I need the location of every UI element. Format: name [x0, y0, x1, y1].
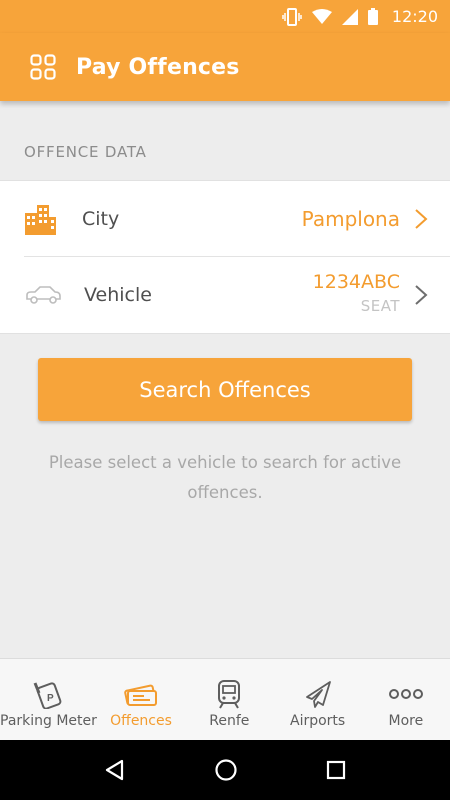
vibrate-icon: [282, 7, 302, 26]
city-label: City: [82, 207, 120, 230]
vehicle-value: 1234ABC SEAT: [313, 271, 400, 315]
car-icon: [26, 285, 61, 304]
nav-item-renfe[interactable]: Renfe: [185, 659, 273, 741]
parking-meter-icon: P: [34, 682, 62, 709]
signal-icon: [341, 8, 358, 25]
chevron-right-icon: [415, 284, 428, 305]
nav-item-more[interactable]: More: [362, 659, 450, 741]
offence-data-card: City Pamplona Vehicle 1234ABC SEAT: [0, 180, 450, 334]
airplane-icon: [305, 681, 331, 708]
recents-icon[interactable]: [326, 760, 346, 780]
section-header: OFFENCE DATA: [24, 143, 147, 161]
nav-label: Offences: [110, 713, 172, 729]
more-icon: [388, 689, 423, 699]
nav-item-offences[interactable]: Offences: [97, 659, 185, 741]
search-offences-button[interactable]: Search Offences: [38, 358, 412, 421]
battery-icon: [367, 8, 378, 25]
nav-label: More: [388, 713, 424, 729]
nav-label: Renfe: [209, 713, 250, 729]
nav-item-airports[interactable]: Airports: [273, 659, 361, 741]
back-icon[interactable]: [104, 759, 126, 781]
tickets-icon: [124, 684, 158, 706]
train-icon: [218, 680, 241, 709]
home-icon[interactable]: [214, 758, 238, 782]
bottom-nav: P Parking Meter Offences Renfe Airports: [0, 658, 450, 741]
wifi-icon: [311, 8, 332, 24]
page-title: Pay Offences: [76, 54, 240, 80]
nav-item-parking-meter[interactable]: P Parking Meter: [0, 659, 97, 741]
grid-icon[interactable]: [30, 54, 56, 80]
vehicle-label: Vehicle: [84, 283, 152, 306]
system-nav-bar: [0, 740, 450, 800]
nav-label: Airports: [290, 713, 346, 729]
building-icon: [25, 204, 56, 235]
status-bar: 12:20: [0, 0, 450, 33]
nav-label: Parking Meter: [0, 713, 97, 729]
city-value: Pamplona: [301, 206, 400, 231]
chevron-right-icon: [415, 208, 428, 229]
app-bar: Pay Offences: [0, 33, 450, 101]
svg-text:P: P: [47, 693, 54, 704]
vehicle-row[interactable]: Vehicle 1234ABC SEAT: [0, 257, 450, 332]
helper-text: Please select a vehicle to search for ac…: [48, 453, 402, 502]
vehicle-brand: SEAT: [360, 296, 400, 315]
vehicle-plate: 1234ABC: [312, 270, 400, 293]
status-time: 12:20: [391, 7, 438, 26]
city-row[interactable]: City Pamplona: [0, 181, 450, 257]
